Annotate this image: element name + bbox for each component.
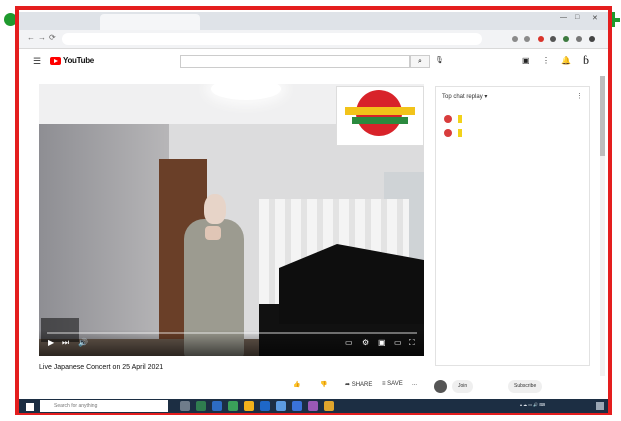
more-button[interactable]: ... (412, 381, 417, 387)
save-button[interactable]: ≡ SAVE (382, 381, 403, 387)
live-chat-panel (435, 86, 590, 366)
notification-center-icon[interactable] (596, 402, 604, 410)
system-tray-icons[interactable]: ▴ ☁ ▭ 🔊 ⌨ (520, 402, 545, 407)
next-icon[interactable]: ⏭ (62, 338, 69, 348)
fullscreen-icon[interactable]: ⛶ (409, 338, 415, 348)
extension-icon[interactable] (524, 36, 530, 42)
share-button[interactable]: ➦ SHARE (345, 381, 372, 388)
mic-icon[interactable]: 🎙 (435, 56, 444, 64)
reload-button[interactable]: ⟳ (49, 33, 56, 42)
forward-button[interactable]: → (38, 33, 46, 42)
avatar[interactable]: ɓ (583, 53, 589, 68)
taskbar-app-icon[interactable] (292, 401, 302, 411)
profile-icon[interactable] (589, 36, 595, 42)
apps-icon[interactable]: ⋮ (542, 56, 550, 65)
taskbar-app-icon[interactable] (308, 401, 318, 411)
scrollbar-thumb[interactable] (600, 76, 605, 156)
settings-icon[interactable]: ⚙ (362, 338, 369, 347)
taskbar-app-icon[interactable] (324, 401, 334, 411)
channel-watermark (336, 86, 424, 146)
chat-username (458, 115, 462, 123)
windows-start-icon[interactable] (26, 403, 34, 411)
chat-user-avatar (444, 115, 452, 123)
notifications-icon[interactable]: 🔔 (561, 56, 571, 65)
chat-menu-icon[interactable]: ⋮ (576, 92, 583, 100)
taskbar-app-icon[interactable] (196, 401, 206, 411)
search-input[interactable] (180, 55, 410, 68)
close-window-button[interactable]: ✕ (592, 14, 598, 22)
extension-icon[interactable] (538, 36, 544, 42)
extension-icon[interactable] (512, 36, 518, 42)
extension-icon[interactable] (576, 36, 582, 42)
task-view-icon[interactable] (180, 401, 190, 411)
volume-icon[interactable]: 🔊 (78, 338, 88, 347)
miniplayer-icon[interactable]: ▣ (378, 338, 386, 347)
hamburger-menu-icon[interactable]: ☰ (33, 56, 41, 67)
subtitles-icon[interactable]: ▭ (345, 338, 353, 347)
video-player[interactable] (39, 84, 424, 356)
address-bar[interactable] (62, 33, 482, 45)
subscribe-button[interactable]: Subscribe (508, 380, 543, 393)
back-button[interactable]: ← (27, 33, 35, 42)
youtube-logo-text[interactable]: YouTube (63, 56, 94, 65)
extension-icon[interactable] (550, 36, 556, 42)
chat-username (458, 129, 462, 137)
taskbar-app-icon[interactable] (228, 401, 238, 411)
maximize-button[interactable]: □ (575, 14, 579, 21)
search-icon: ⌕ (418, 58, 422, 65)
progress-bar[interactable] (47, 332, 417, 334)
chat-user-avatar (444, 129, 452, 137)
taskbar-app-icon[interactable] (276, 401, 286, 411)
annotation-line-end (612, 12, 615, 27)
minimize-button[interactable]: — (560, 14, 567, 21)
channel-avatar[interactable] (434, 380, 447, 393)
taskbar-search[interactable]: Search for anything (40, 400, 168, 412)
like-button[interactable]: 👍 (293, 381, 300, 388)
browser-tab[interactable] (100, 14, 200, 30)
video-scene (39, 84, 169, 356)
youtube-logo-icon[interactable] (50, 57, 61, 65)
chat-mode-dropdown[interactable]: Top chat replay ▾ (442, 93, 487, 100)
join-button[interactable]: Join (452, 380, 474, 393)
video-title: Live Japanese Concert on 25 April 2021 (39, 364, 164, 371)
theater-icon[interactable]: ▭ (394, 338, 402, 347)
dislike-button[interactable]: 👎 (320, 381, 327, 388)
search-button[interactable]: ⌕ (410, 55, 430, 68)
extension-icon[interactable] (563, 36, 569, 42)
taskbar-app-icon[interactable] (260, 401, 270, 411)
taskbar-app-icon[interactable] (212, 401, 222, 411)
play-icon[interactable]: ▶ (48, 338, 54, 347)
create-video-icon[interactable]: ▣ (522, 56, 530, 65)
folder-icon[interactable] (244, 401, 254, 411)
